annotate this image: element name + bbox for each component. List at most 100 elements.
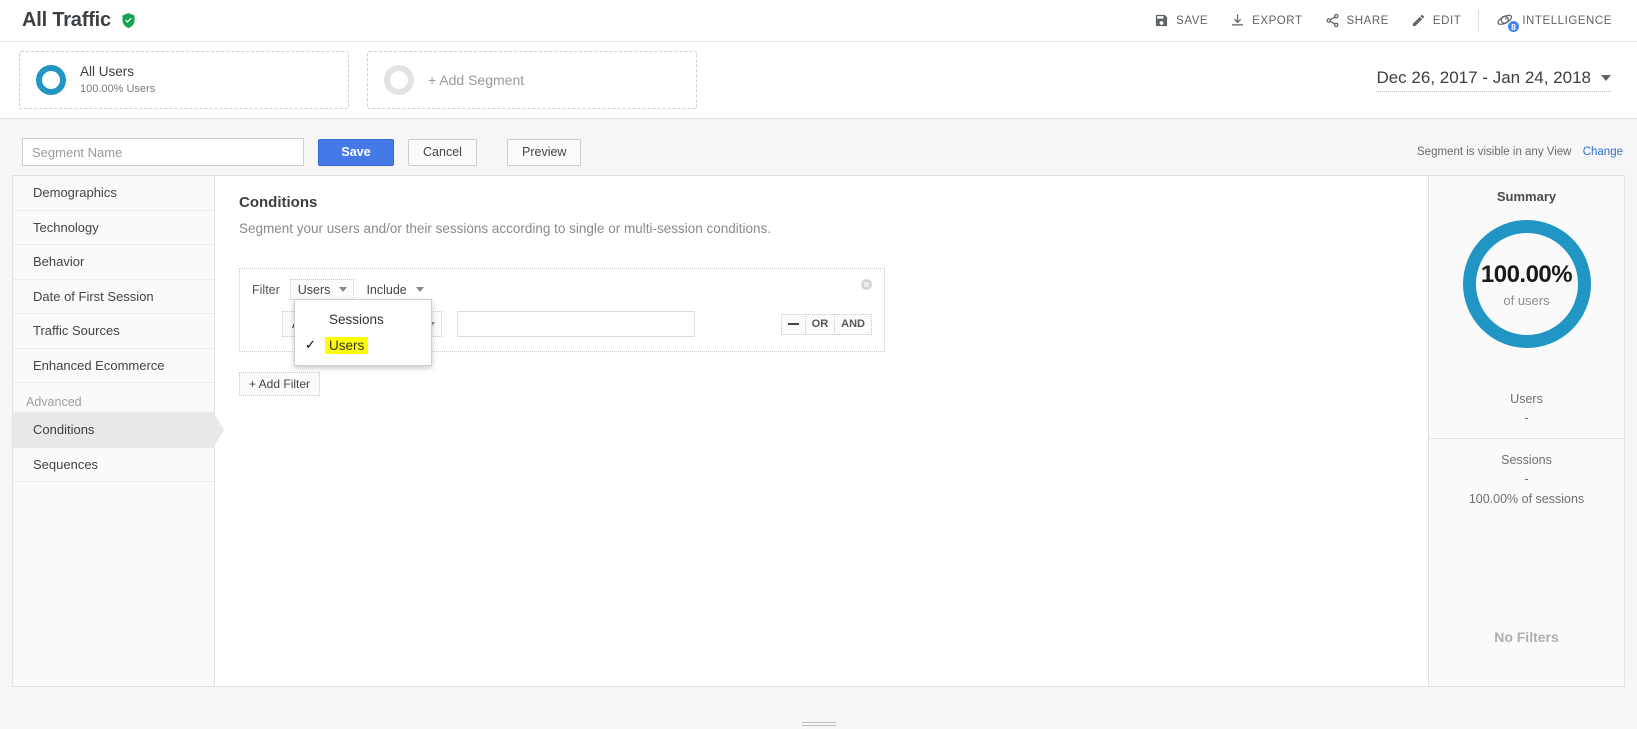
- preview-button[interactable]: Preview: [507, 139, 581, 166]
- sidebar-item-label: Technology: [33, 220, 99, 235]
- save-button[interactable]: SAVE: [1143, 0, 1219, 42]
- filter-mode-select[interactable]: Include: [364, 279, 429, 300]
- segment-editor-toolbar: Save Cancel Preview Segment is visible i…: [0, 130, 1637, 175]
- conditions-title: Conditions: [239, 194, 1404, 211]
- resize-grip[interactable]: [802, 722, 836, 727]
- sidebar-item-label: Behavior: [33, 254, 84, 269]
- summary-sessions-value: -: [1429, 472, 1624, 486]
- filter-row-header: Filter Users Include: [252, 279, 872, 300]
- summary-title: Summary: [1429, 189, 1624, 204]
- conditions-description: Segment your users and/or their sessions…: [239, 221, 1404, 236]
- filter-label: Filter: [252, 283, 280, 297]
- close-icon[interactable]: [860, 278, 873, 291]
- filter-box: Filter Users Include: [239, 268, 885, 352]
- chevron-down-icon: [339, 287, 347, 292]
- summary-users-key: Users: [1429, 392, 1624, 406]
- filter-scope-value: Users: [298, 283, 331, 297]
- sidebar-group-advanced: Advanced: [13, 383, 214, 413]
- segment-visibility: Segment is visible in any View Change: [1417, 146, 1627, 158]
- sidebar-item-conditions[interactable]: Conditions: [13, 413, 214, 448]
- sidebar-item-label: Demographics: [33, 185, 117, 200]
- sidebar-item-behavior[interactable]: Behavior: [13, 245, 214, 280]
- change-visibility-link[interactable]: Change: [1583, 146, 1623, 158]
- save-segment-button[interactable]: Save: [318, 139, 394, 166]
- intelligence-button-label: INTELLIGENCE: [1522, 15, 1612, 27]
- segment-chip-sub: 100.00% Users: [80, 82, 155, 97]
- grip-line: [802, 725, 836, 726]
- chevron-down-icon: [416, 287, 424, 292]
- dropdown-option-label: Sessions: [325, 311, 388, 328]
- summary-donut-chart: 100.00% of users: [1463, 220, 1591, 348]
- export-button-label: EXPORT: [1252, 15, 1302, 27]
- sidebar-item-date-of-first-session[interactable]: Date of First Session: [13, 280, 214, 315]
- add-filter-button[interactable]: + Add Filter: [239, 372, 320, 396]
- grip-line: [802, 722, 836, 723]
- share-button-label: SHARE: [1347, 15, 1389, 27]
- check-icon: ✓: [305, 337, 325, 353]
- summary-block-sessions: Sessions - 100.00% of sessions: [1429, 438, 1624, 519]
- cancel-button[interactable]: Cancel: [408, 139, 477, 166]
- share-icon: [1325, 13, 1340, 28]
- intelligence-badge: 8: [1507, 20, 1520, 33]
- save-icon: [1154, 13, 1169, 28]
- sidebar-item-traffic-sources[interactable]: Traffic Sources: [13, 314, 214, 349]
- date-range-label: Dec 26, 2017 - Jan 24, 2018: [1376, 68, 1591, 88]
- summary-sessions-key: Sessions: [1429, 453, 1624, 467]
- sidebar-item-demographics[interactable]: Demographics: [13, 176, 214, 211]
- summary-users-value: -: [1429, 411, 1624, 425]
- add-segment-button[interactable]: + Add Segment: [367, 51, 697, 109]
- summary-donut-percent: 100.00%: [1481, 261, 1572, 289]
- dropdown-option-users[interactable]: ✓ Users: [295, 332, 431, 358]
- conditions-pane: Conditions Segment your users and/or the…: [215, 176, 1428, 686]
- minus-icon: [788, 323, 799, 325]
- edit-pencil-icon: [1411, 13, 1426, 28]
- sidebar-item-label: Enhanced Ecommerce: [33, 358, 165, 373]
- date-range-selector[interactable]: Dec 26, 2017 - Jan 24, 2018: [1376, 68, 1611, 92]
- segment-chip-all-users[interactable]: All Users 100.00% Users: [19, 51, 349, 109]
- segment-name-input[interactable]: [22, 138, 304, 166]
- no-filters-label: No Filters: [1429, 629, 1624, 645]
- edit-button[interactable]: EDIT: [1400, 0, 1472, 42]
- save-button-label: SAVE: [1176, 15, 1208, 27]
- dropdown-option-sessions[interactable]: Sessions: [295, 306, 431, 332]
- filter-scope-select[interactable]: Users: [290, 279, 355, 300]
- page-title: All Traffic: [22, 9, 111, 32]
- remove-condition-button[interactable]: [781, 314, 806, 335]
- intelligence-icon: 8: [1496, 12, 1515, 29]
- sidebar-item-label: Sequences: [33, 457, 98, 472]
- sidebar-item-technology[interactable]: Technology: [13, 211, 214, 246]
- summary-block-users: Users -: [1429, 378, 1624, 438]
- edit-button-label: EDIT: [1433, 15, 1461, 27]
- and-button[interactable]: AND: [835, 314, 872, 335]
- sidebar-item-label: Conditions: [33, 422, 94, 437]
- filter-scope-dropdown[interactable]: Sessions ✓ Users: [294, 299, 432, 366]
- summary-sessions-percent: 100.00% of sessions: [1429, 492, 1624, 506]
- share-button[interactable]: SHARE: [1314, 0, 1400, 42]
- segment-donut-icon: [36, 65, 66, 95]
- sidebar-item-sequences[interactable]: Sequences: [13, 448, 214, 483]
- dropdown-option-label: Users: [325, 337, 368, 354]
- add-segment-donut-icon: [384, 65, 414, 95]
- intelligence-button[interactable]: 8 INTELLIGENCE: [1485, 0, 1623, 42]
- sidebar-item-label: Traffic Sources: [33, 323, 120, 338]
- sidebar-group-label: Advanced: [26, 395, 82, 409]
- summary-panel: Summary 100.00% of users Users - Session…: [1428, 176, 1624, 686]
- segment-bar: All Users 100.00% Users + Add Segment De…: [0, 42, 1637, 119]
- segment-chip-text: All Users 100.00% Users: [80, 63, 155, 96]
- filter-value-input[interactable]: [457, 311, 695, 337]
- builder-panel: Demographics Technology Behavior Date of…: [12, 175, 1625, 687]
- sidebar-item-label: Date of First Session: [33, 289, 154, 304]
- export-button[interactable]: EXPORT: [1219, 0, 1313, 42]
- top-bar: All Traffic SAVE EXPORT: [0, 0, 1637, 42]
- export-icon: [1230, 13, 1245, 28]
- shield-check-icon: [120, 12, 137, 34]
- add-segment-label: + Add Segment: [428, 72, 524, 88]
- toolbar-divider: [1478, 10, 1479, 32]
- top-bar-actions: SAVE EXPORT SHARE: [1143, 0, 1623, 42]
- sidebar-item-enhanced-ecommerce[interactable]: Enhanced Ecommerce: [13, 349, 214, 384]
- or-button[interactable]: OR: [806, 314, 836, 335]
- chevron-down-icon: [1601, 75, 1611, 81]
- segment-builder: Save Cancel Preview Segment is visible i…: [0, 119, 1637, 729]
- summary-donut-label: of users: [1503, 293, 1549, 308]
- segment-chip-name: All Users: [80, 63, 155, 81]
